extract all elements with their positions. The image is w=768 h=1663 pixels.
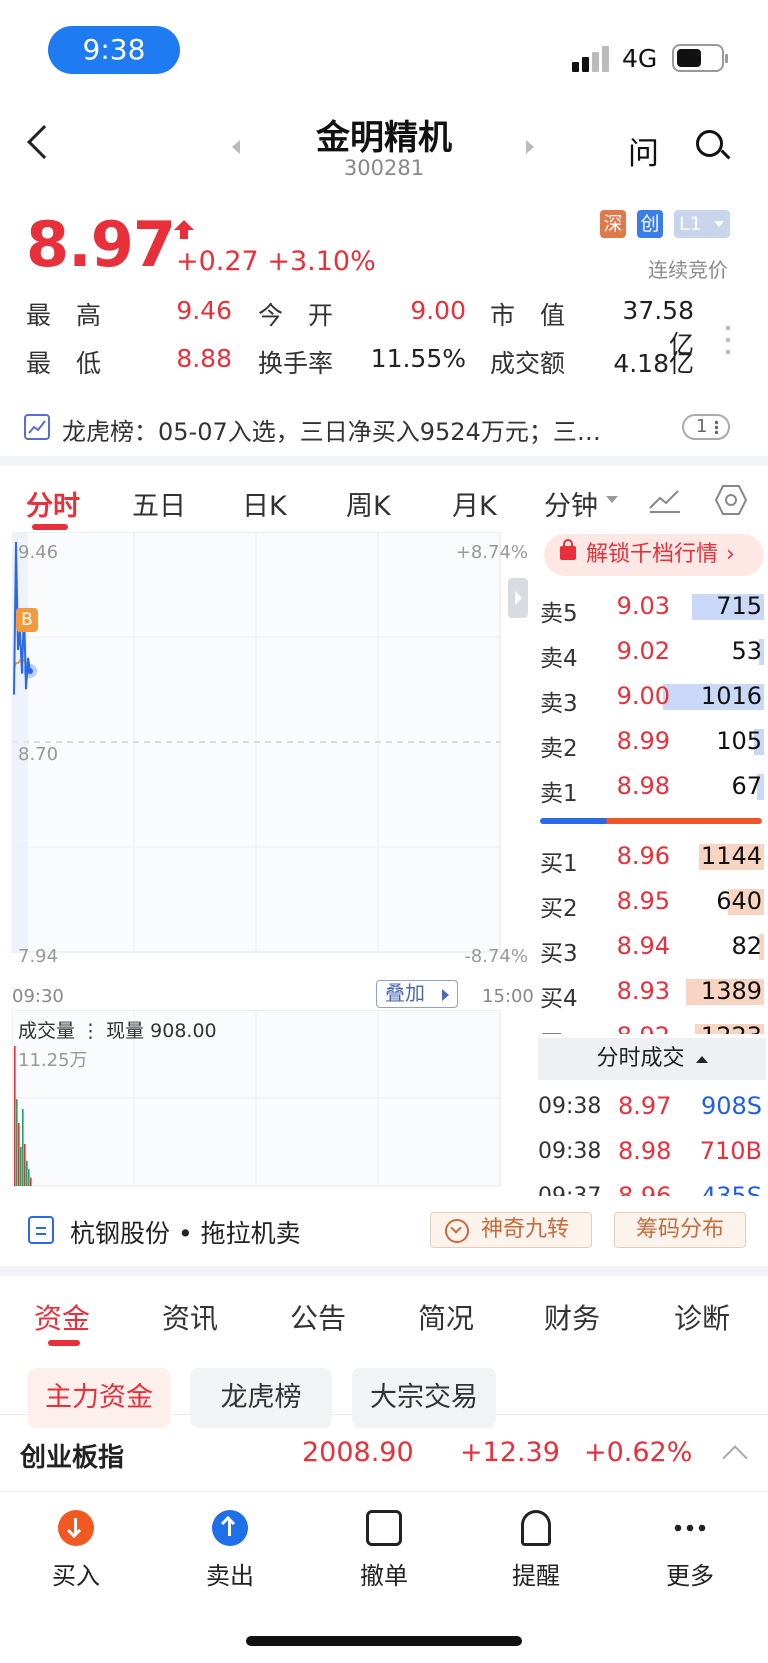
tick-price: 8.96 [618,1182,672,1196]
sub-tab[interactable]: 大宗交易 [352,1368,496,1428]
bid-price: 8.92 [600,1022,670,1034]
bid-level-label: 买2 [540,896,578,922]
nav-cancel-order[interactable]: 撤单 [334,1510,434,1591]
nav-sell[interactable]: 卖出 [180,1510,280,1591]
bottom-tab[interactable]: 资金 [34,1297,90,1337]
bid-volume: 82 [731,932,762,960]
nav-label: 更多 [666,1562,714,1590]
tick-time: 09:38 [538,1139,602,1164]
bid-price: 8.94 [616,932,670,960]
bid-price: 8.95 [616,887,670,915]
bid-price: 8.93 [616,977,670,1005]
sell-icon [212,1510,248,1546]
index-change: +12.39 [460,1437,560,1468]
index-pct: +0.62% [584,1437,693,1468]
tick-price: 8.97 [618,1092,672,1120]
tick-volume: 435S [700,1182,762,1196]
bid-volume: 1144 [700,842,762,870]
nav-more[interactable]: 更多 [640,1510,740,1591]
bid-row: 买2 8.95 640 [0,885,768,922]
bid-level-label: 买1 [540,851,578,877]
bids-viewport: 买1 8.96 1144 买2 8.95 640 买3 8.94 82 买4 8.93 1389 买5 8… [0,0,768,1034]
related-icon [28,1216,54,1244]
chip-distribution-button[interactable]: 筹码分布 [614,1212,746,1248]
bell-icon [521,1510,551,1546]
bid-volume: 1389 [700,977,762,1005]
tick-row: 09:38 8.98 710B [0,1137,768,1171]
bottom-tab-indicator [48,1340,80,1346]
bottom-tab[interactable]: 公告 [290,1297,346,1337]
bid-row: 买4 8.93 1389 [0,975,768,1012]
bottom-tab[interactable]: 诊断 [674,1297,730,1337]
tick-volume: 710B [699,1137,762,1165]
more-icon [672,1510,708,1546]
index-name: 创业板指 [20,1443,125,1473]
tick-time: 09:38 [538,1094,602,1119]
nav-label: 买入 [52,1562,100,1590]
bid-row: 买5 8.92 1223 [0,1020,768,1034]
bottom-tab[interactable]: 财务 [544,1297,600,1337]
index-value: 2008.90 [302,1437,414,1468]
bid-row: 买3 8.94 82 [0,930,768,967]
related-stock[interactable]: 杭钢股份 • 拖拉机卖 [70,1214,301,1250]
buy-icon [58,1510,94,1546]
tick-time: 09:37 [538,1184,601,1196]
nav-label: 提醒 [512,1562,560,1590]
tick-volume: 908S [700,1092,762,1120]
cancel-order-icon [366,1510,402,1546]
home-indicator [246,1636,522,1646]
magic-nine-button[interactable]: 神奇九转 [430,1212,592,1248]
tick-price: 8.98 [618,1137,672,1165]
bid-level-label: 买5 [540,1024,578,1034]
nav-buy[interactable]: 买入 [26,1510,126,1591]
tick-row: 09:38 8.97 908S [0,1092,768,1126]
nav-bell[interactable]: 提醒 [486,1510,586,1591]
bid-row: 买1 8.96 1144 [0,840,768,877]
bid-volume: 1223 [701,1022,762,1034]
bid-volume: 640 [716,887,762,915]
bid-price: 8.96 [616,842,670,870]
bottom-tab[interactable]: 简况 [418,1297,474,1337]
bid-level-label: 买3 [540,941,578,967]
bottom-tab[interactable]: 资讯 [162,1297,218,1337]
nav-label: 卖出 [206,1562,254,1590]
bid-level-label: 买4 [540,986,578,1012]
sub-tab[interactable]: 龙虎榜 [190,1368,332,1428]
chevron-up-icon[interactable] [722,1445,748,1471]
sub-tab[interactable]: 主力资金 [28,1368,170,1428]
tick-row: 09:37 8.96 435S [0,1182,768,1196]
nav-label: 撤单 [360,1562,408,1590]
